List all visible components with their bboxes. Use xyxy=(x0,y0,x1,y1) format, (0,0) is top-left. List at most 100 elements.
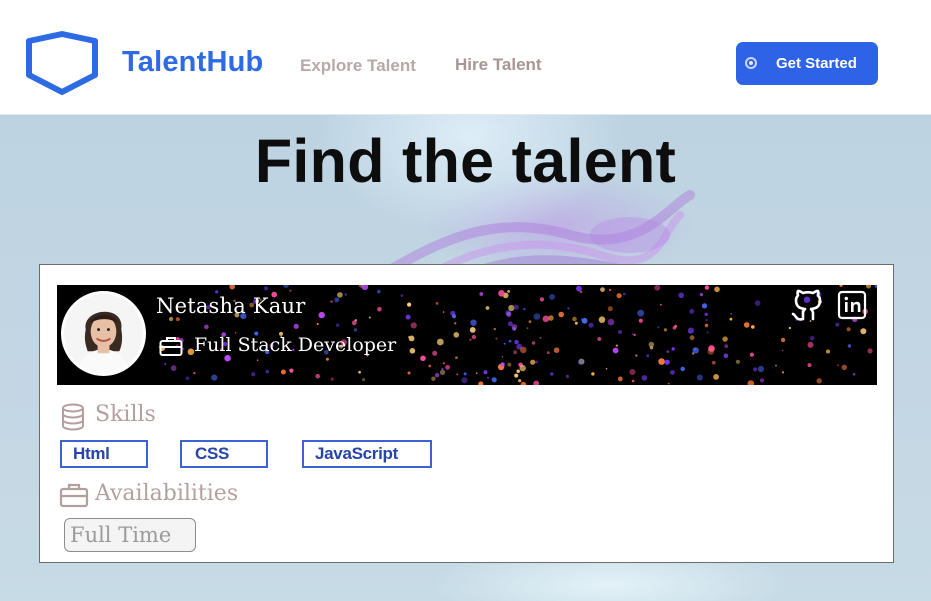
banner-particle xyxy=(520,346,527,354)
banner-particle xyxy=(810,336,815,341)
banner-particle xyxy=(629,369,636,375)
get-started-button[interactable]: Get Started xyxy=(736,42,878,85)
banner-particle xyxy=(781,371,785,374)
banner-particle xyxy=(518,379,522,383)
banner-particle xyxy=(469,327,476,333)
banner-particle xyxy=(334,297,340,303)
skill-tag-css[interactable]: CSS xyxy=(180,440,268,468)
banner-particle xyxy=(508,304,515,312)
banner-particle xyxy=(435,302,439,305)
banner-particle xyxy=(335,323,340,327)
banner-particle xyxy=(315,373,321,379)
banner-particle xyxy=(672,326,677,330)
shield-logo-icon[interactable] xyxy=(25,31,99,95)
banner-particle xyxy=(623,292,626,296)
banner-particle xyxy=(318,311,325,319)
linkedin-icon[interactable] xyxy=(837,290,867,320)
banner-particle xyxy=(632,333,634,335)
banner-particle xyxy=(680,366,685,372)
banner-particle xyxy=(506,311,512,317)
banner-particle xyxy=(839,285,843,287)
banner-particle xyxy=(751,325,755,329)
brand-name[interactable]: TalentHub xyxy=(122,46,263,79)
banner-particle xyxy=(704,312,708,316)
banner-particle xyxy=(837,364,840,367)
banner-particle xyxy=(781,349,784,352)
banner-particle xyxy=(597,337,602,341)
banner-particle xyxy=(598,316,606,323)
banner-particle xyxy=(605,367,608,370)
banner-particle xyxy=(581,317,588,324)
banner-particle xyxy=(550,372,554,376)
banner-particle xyxy=(405,314,411,320)
banner-particle xyxy=(689,309,695,314)
banner-particle xyxy=(454,322,457,325)
banner-particle xyxy=(455,356,458,360)
banner-particle xyxy=(712,360,716,365)
banner-particle xyxy=(533,380,540,385)
banner-particle xyxy=(747,380,755,385)
banner-particle xyxy=(705,319,708,322)
banner-particle xyxy=(353,328,357,332)
banner-particle xyxy=(514,339,519,345)
skill-tag-html[interactable]: Html xyxy=(60,440,148,468)
banner-particle xyxy=(759,378,765,383)
banner-particle xyxy=(578,359,583,365)
banner-particle xyxy=(491,377,497,383)
banner-particle xyxy=(549,294,555,300)
banner-particle xyxy=(860,328,867,335)
banner-particle xyxy=(432,350,438,356)
banner-particle xyxy=(852,373,856,376)
talent-profile-card[interactable]: Netasha Kaur Full Stack Developer Skills… xyxy=(39,264,894,563)
banner-particle xyxy=(463,372,467,376)
banner-particle xyxy=(696,374,703,381)
banner-particle xyxy=(520,381,527,385)
banner-particle xyxy=(633,333,636,337)
skill-tag-javascript[interactable]: JavaScript xyxy=(302,440,432,468)
banner-particle xyxy=(743,322,750,328)
banner-particle xyxy=(528,320,532,324)
banner-particle xyxy=(754,300,761,306)
banner-particle xyxy=(358,370,361,374)
banner-particle xyxy=(519,364,526,372)
banner-particle xyxy=(699,293,704,297)
banner-particle xyxy=(841,364,847,370)
banner-particle xyxy=(618,330,622,334)
nav-explore-talent[interactable]: Explore Talent xyxy=(300,56,416,76)
banner-particle xyxy=(865,285,872,289)
banner-particle xyxy=(553,347,560,353)
banner-particle xyxy=(316,322,319,326)
banner-particle xyxy=(607,306,613,312)
banner-particle xyxy=(164,362,167,365)
banner-particle xyxy=(330,377,334,381)
banner-particle xyxy=(637,309,645,317)
banner-particle xyxy=(572,316,577,322)
banner-particle xyxy=(704,323,709,328)
banner-particle xyxy=(670,370,675,375)
banner-particle xyxy=(657,326,660,329)
banner-particle xyxy=(513,304,519,310)
banner-particle xyxy=(215,290,219,294)
banner-particle xyxy=(439,369,446,375)
availability-chip-full-time[interactable]: Full Time xyxy=(64,518,196,552)
banner-particle xyxy=(664,359,670,365)
person-name: Netasha Kaur xyxy=(156,294,306,318)
avatar[interactable] xyxy=(61,291,146,376)
banner-particle xyxy=(500,362,505,367)
banner-particle xyxy=(723,353,729,359)
nav-hire-talent[interactable]: Hire Talent xyxy=(455,55,542,75)
hero-title: Find the talent xyxy=(254,127,677,195)
banner-particle xyxy=(757,365,765,373)
banner-particle xyxy=(211,374,218,381)
github-icon[interactable] xyxy=(790,288,826,324)
banner-particle xyxy=(807,341,814,348)
banner-particle xyxy=(576,285,582,292)
banner-particle xyxy=(867,348,873,354)
banner-particle xyxy=(714,286,720,293)
banner-particle xyxy=(337,292,343,298)
banner-particle xyxy=(478,381,484,385)
banner-particle xyxy=(826,349,830,354)
banner-particle xyxy=(264,286,269,291)
banner-particle xyxy=(663,328,668,332)
profile-banner: Netasha Kaur Full Stack Developer xyxy=(57,285,877,385)
